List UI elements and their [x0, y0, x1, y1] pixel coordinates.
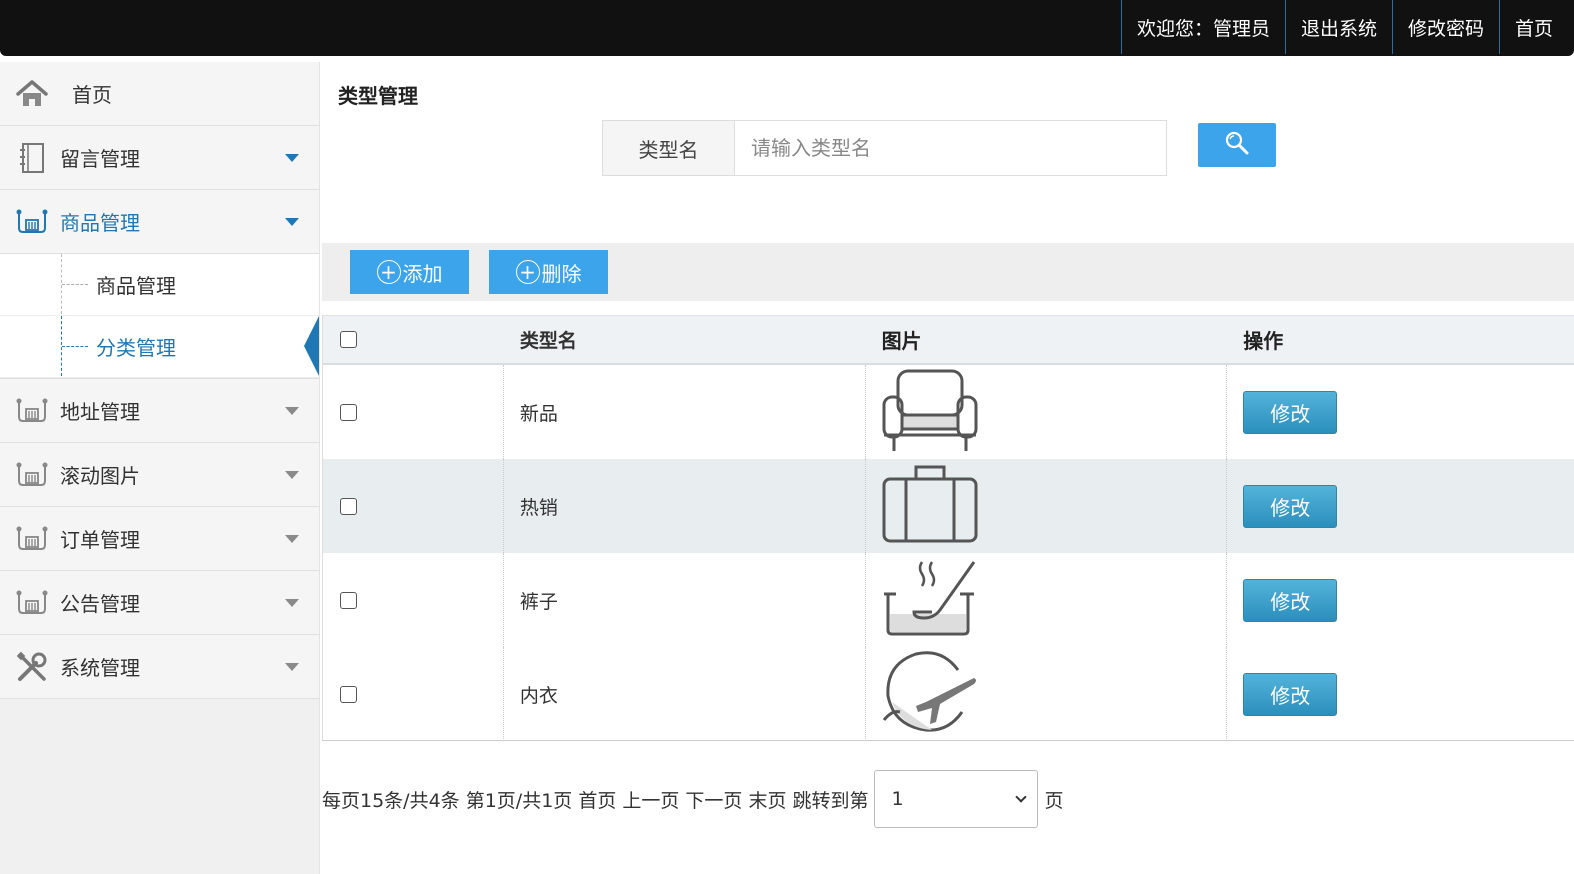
column-header-name: 类型名: [519, 330, 577, 352]
products-submenu: 商品管理 分类管理: [0, 254, 319, 379]
armchair-icon: [882, 367, 978, 457]
top-bar: 欢迎您：管理员 退出系统 修改密码 首页: [0, 0, 1574, 56]
chevron-down-icon: [285, 663, 299, 671]
chevron-down-icon: [285, 471, 299, 479]
page-title: 类型管理: [338, 84, 418, 108]
welcome-text: 欢迎您：管理员: [1120, 0, 1285, 54]
sidebar-item-messages[interactable]: 留言管理: [0, 126, 319, 190]
logout-link[interactable]: 退出系统: [1284, 0, 1392, 54]
search-input[interactable]: [735, 121, 1166, 175]
tools-rack-icon: [16, 459, 48, 491]
search-button[interactable]: [1198, 123, 1276, 167]
sidebar-item-home[interactable]: 首页: [0, 62, 319, 126]
wrench-screwdriver-icon: [16, 651, 48, 683]
sidebar-item-orders[interactable]: 订单管理: [0, 507, 319, 571]
table-row: 新品 修改: [323, 365, 1574, 459]
top-nav: 欢迎您：管理员 退出系统 修改密码 首页: [1120, 0, 1568, 54]
edit-button[interactable]: 修改: [1243, 390, 1338, 434]
chevron-down-icon: [285, 218, 299, 226]
sidebar-item-label: 商品管理: [60, 211, 140, 235]
category-name: 新品: [504, 365, 866, 459]
main-content: 类型管理 类型名 + 添加 + 删除 类型名 图片 操作 新品: [322, 62, 1574, 874]
table-header: 类型名 图片 操作: [323, 315, 1574, 365]
row-checkbox[interactable]: [340, 497, 357, 515]
sidebar-item-label: 公告管理: [60, 592, 140, 616]
sidebar-item-products[interactable]: 商品管理: [0, 190, 319, 254]
sidebar-item-carousel[interactable]: 滚动图片: [0, 443, 319, 507]
sidebar-item-label: 留言管理: [60, 147, 140, 171]
sidebar-item-label: 地址管理: [60, 400, 140, 424]
chevron-down-icon: [1015, 791, 1028, 803]
submenu-item-products[interactable]: 商品管理: [0, 254, 319, 316]
soup-pot-icon: [882, 558, 978, 642]
add-button[interactable]: + 添加: [350, 250, 469, 294]
toolbar: + 添加 + 删除: [322, 243, 1574, 301]
tools-rack-icon: [16, 587, 48, 619]
tools-rack-icon: [16, 523, 48, 555]
home-icon: [16, 78, 48, 110]
chevron-down-icon: [285, 407, 299, 415]
submenu-dash: [62, 346, 88, 347]
plus-circle-icon: +: [515, 260, 540, 284]
airplane-globe-icon: [882, 650, 978, 738]
select-all-checkbox[interactable]: [340, 331, 357, 348]
suitcase-icon: [882, 463, 978, 549]
sidebar-item-label: 订单管理: [60, 528, 140, 552]
search-icon: [1224, 130, 1250, 160]
submenu-item-categories[interactable]: 分类管理: [0, 316, 319, 378]
submenu-item-label: 商品管理: [96, 274, 176, 298]
row-checkbox[interactable]: [340, 591, 357, 609]
tools-rack-icon: [16, 395, 48, 427]
notebook-icon: [16, 142, 48, 174]
column-header-action: 操作: [1243, 329, 1284, 353]
category-name: 内衣: [504, 647, 866, 741]
change-password-link[interactable]: 修改密码: [1391, 0, 1499, 54]
tools-rack-icon: [16, 206, 48, 238]
home-link[interactable]: 首页: [1498, 0, 1568, 54]
delete-button-label: 删除: [541, 261, 582, 286]
category-name: 裤子: [504, 553, 866, 647]
search-group: 类型名: [602, 120, 1167, 176]
category-name: 热销: [504, 459, 866, 553]
pagination: 每页15条/共4条 第1页/共1页 首页 上一页 下一页 末页 跳转到第 1 页: [322, 770, 1064, 828]
table-row: 裤子 修改: [323, 553, 1574, 647]
sidebar-item-label: 滚动图片: [60, 464, 140, 488]
active-pointer-icon: [304, 316, 319, 376]
page-select-value: 1: [891, 788, 904, 810]
page-select[interactable]: 1: [874, 770, 1039, 828]
chevron-down-icon: [285, 599, 299, 607]
delete-button[interactable]: + 删除: [489, 250, 608, 294]
row-checkbox[interactable]: [340, 403, 357, 421]
sidebar: 首页 留言管理 商品管理 商品管理 分类管理 地址管理 滚动图片 订单管理 公告…: [0, 62, 320, 874]
pagination-info: 每页15条/共4条 第1页/共1页 首页 上一页 下一页 末页 跳转到第: [322, 789, 869, 812]
column-header-image: 图片: [881, 329, 922, 353]
pagination-suffix: 页: [1044, 789, 1064, 812]
edit-button[interactable]: 修改: [1243, 578, 1338, 622]
chevron-down-icon: [285, 535, 299, 543]
plus-circle-icon: +: [376, 260, 401, 284]
add-button-label: 添加: [402, 261, 443, 286]
sidebar-item-address[interactable]: 地址管理: [0, 379, 319, 443]
sidebar-item-notices[interactable]: 公告管理: [0, 571, 319, 635]
search-label: 类型名: [603, 121, 735, 175]
edit-button[interactable]: 修改: [1243, 672, 1338, 716]
sidebar-item-label: 首页: [72, 83, 112, 107]
sidebar-item-system[interactable]: 系统管理: [0, 635, 319, 699]
chevron-down-icon: [285, 154, 299, 162]
sidebar-item-label: 系统管理: [60, 656, 140, 680]
submenu-item-label: 分类管理: [96, 336, 176, 360]
submenu-dash: [62, 284, 88, 285]
table-row: 内衣 修改: [323, 647, 1574, 741]
category-table: 类型名 图片 操作 新品 修改 热销 修改 裤子 修改 内衣 修改: [322, 315, 1574, 741]
table-row: 热销 修改: [323, 459, 1574, 553]
row-checkbox[interactable]: [340, 685, 357, 703]
edit-button[interactable]: 修改: [1243, 484, 1338, 528]
